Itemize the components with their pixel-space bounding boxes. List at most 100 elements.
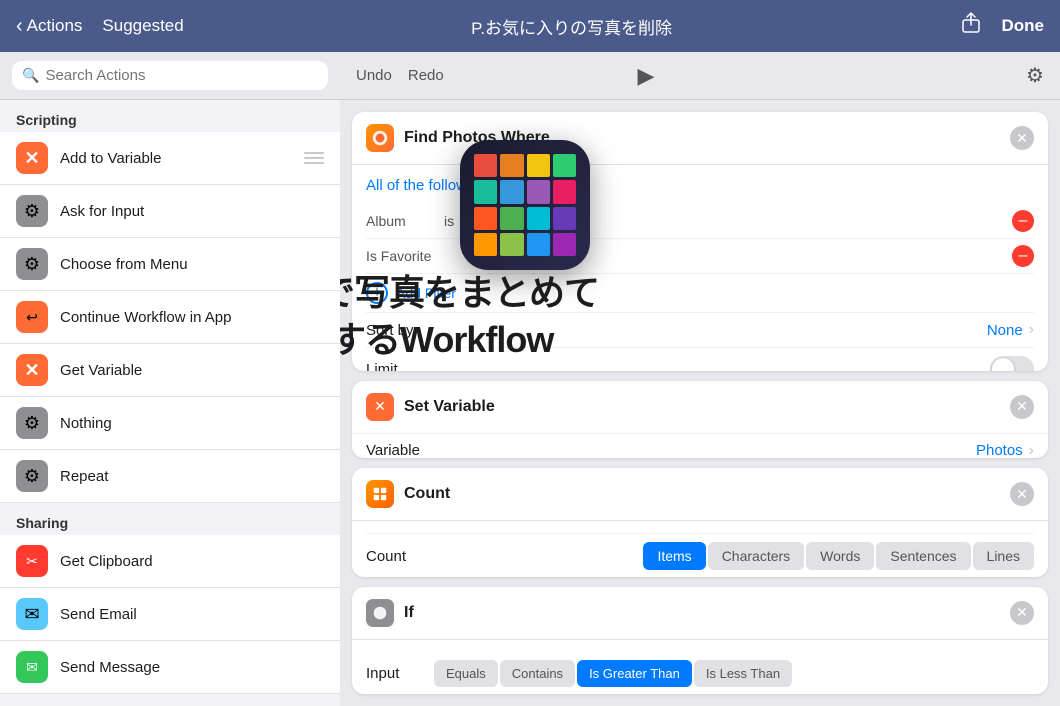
action-label: Repeat [60,468,324,485]
section-header-text: Text [0,694,340,706]
set-variable-icon: ✕ [366,393,394,421]
action-item-repeat[interactable]: ⚙ Repeat [0,450,340,503]
filter-favorite-remove[interactable]: – [1012,245,1034,267]
if-input-row: Input Equals Contains Is Greater Than Is… [366,652,1034,694]
segment-sentences[interactable]: Sentences [876,542,970,570]
nothing-icon: ⚙ [16,407,48,439]
find-photos-header: Find Photos Where ✕ [352,112,1048,165]
search-icon: 🔍 [22,67,39,84]
toggle-thumb [992,358,1014,371]
sidebar: 🔍 Scripting ✕ Add to Variable ⚙ Ask for … [0,52,340,706]
overlay-text-line2: 削除するWorkflow [340,317,840,364]
action-label: Send Message [60,659,324,676]
set-variable-value[interactable]: Photos [976,442,1023,458]
repeat-icon: ⚙ [16,460,48,492]
cond-is-greater-than[interactable]: Is Greater Than [577,660,692,687]
overlay-text-line1: iOSで写真をまとめて [340,270,840,317]
sidebar-toolbar: 🔍 [0,52,340,100]
action-item-add-to-variable[interactable]: ✕ Add to Variable [0,132,340,185]
filter-favorite-field: Is Favorite [366,248,436,264]
search-input[interactable] [45,67,318,84]
action-label: Get Clipboard [60,553,324,570]
segment-characters[interactable]: Characters [708,542,804,570]
action-label: Ask for Input [60,203,324,220]
set-variable-close[interactable]: ✕ [1010,395,1034,419]
find-photos-close[interactable]: ✕ [1010,126,1034,150]
settings-icon[interactable]: ⚙ [1026,63,1044,88]
redo-button[interactable]: Redo [408,67,444,84]
cond-is-less-than[interactable]: Is Less Than [694,660,792,687]
cards-area: Find Photos Where ✕ All of the following… [340,100,1060,706]
action-item-nothing[interactable]: ⚙ Nothing [0,397,340,450]
action-label: Get Variable [60,362,324,379]
action-label: Choose from Menu [60,256,324,273]
set-variable-card: ✕ Set Variable ✕ Variable Photos › [352,381,1048,459]
action-label: Send Email [60,606,324,623]
count-close[interactable]: ✕ [1010,482,1034,506]
action-item-send-message[interactable]: ✉ Send Message [0,641,340,694]
filter-album-field: Album [366,213,436,229]
action-item-get-clipboard[interactable]: ✂ Get Clipboard [0,535,340,588]
if-body: Input Equals Contains Is Greater Than Is… [352,640,1048,694]
segment-words[interactable]: Words [806,542,874,570]
action-item-send-email[interactable]: ✉ Send Email [0,588,340,641]
cond-equals[interactable]: Equals [434,660,498,687]
segment-items[interactable]: Items [643,542,705,570]
back-label: Actions [27,16,83,36]
send-message-icon: ✉ [16,651,48,683]
set-variable-label: Variable [366,442,976,458]
back-chevron-icon: ‹ [16,15,23,38]
action-label: Nothing [60,415,324,432]
workflow-overlay: iOSで写真をまとめて 削除するWorkflow [460,140,590,270]
share-icon[interactable] [960,12,982,40]
drag-handle [304,152,324,164]
if-header: If ✕ [352,587,1048,640]
sharing-items: ✂ Get Clipboard ✉ Send Email ✉ Send Mess… [0,535,340,694]
get-variable-icon: ✕ [16,354,48,386]
page-title: P.お気に入りの写真を削除 [184,14,960,39]
action-item-ask-for-input[interactable]: ⚙ Ask for Input [0,185,340,238]
set-variable-chevron-icon: › [1029,442,1034,459]
segment-lines[interactable]: Lines [973,542,1034,570]
continue-workflow-icon: ↩ [16,301,48,333]
action-item-choose-from-menu[interactable]: ⚙ Choose from Menu [0,238,340,291]
count-card: Count ✕ Count Items Characters Words Sen… [352,468,1048,577]
count-label: Count [366,548,643,565]
filter-album-op: is [444,213,454,229]
count-row: Count Items Characters Words Sentences L… [366,533,1034,577]
top-navigation: ‹ Actions Suggested P.お気に入りの写真を削除 Done [0,0,1060,52]
play-button[interactable]: ▶ [638,63,655,89]
done-button[interactable]: Done [1002,16,1045,36]
undo-button[interactable]: Undo [356,67,392,84]
section-header-scripting: Scripting [0,100,340,132]
section-header-sharing: Sharing [0,503,340,535]
sort-value[interactable]: None [987,322,1023,339]
if-close[interactable]: ✕ [1010,601,1034,625]
content-toolbar: Undo Redo ▶ ⚙ [340,52,1060,100]
action-item-get-variable[interactable]: ✕ Get Variable [0,344,340,397]
count-header: Count ✕ [352,468,1048,521]
condition-buttons: Equals Contains Is Greater Than Is Less … [434,660,1034,687]
count-body: Count Items Characters Words Sentences L… [352,521,1048,577]
send-email-icon: ✉ [16,598,48,630]
set-variable-header: ✕ Set Variable ✕ [352,381,1048,433]
if-icon [366,599,394,627]
choose-from-menu-icon: ⚙ [16,248,48,280]
limit-toggle[interactable] [990,356,1034,371]
suggested-label: Suggested [102,16,183,36]
search-bar: 🔍 [12,61,328,90]
back-button[interactable]: ‹ Actions [16,15,82,38]
count-icon [366,480,394,508]
set-variable-row: Variable Photos › [352,433,1048,459]
sort-chevron-icon: › [1029,321,1034,339]
filter-album-remove[interactable]: – [1012,210,1034,232]
cond-contains[interactable]: Contains [500,660,575,687]
set-variable-title: Set Variable [404,398,1000,416]
find-photos-icon [366,124,394,152]
if-input-label: Input [366,665,426,682]
get-clipboard-icon: ✂ [16,545,48,577]
overlay-text: iOSで写真をまとめて 削除するWorkflow [340,270,840,364]
ask-for-input-icon: ⚙ [16,195,48,227]
if-title: If [404,604,1000,622]
action-item-continue-workflow[interactable]: ↩ Continue Workflow in App [0,291,340,344]
